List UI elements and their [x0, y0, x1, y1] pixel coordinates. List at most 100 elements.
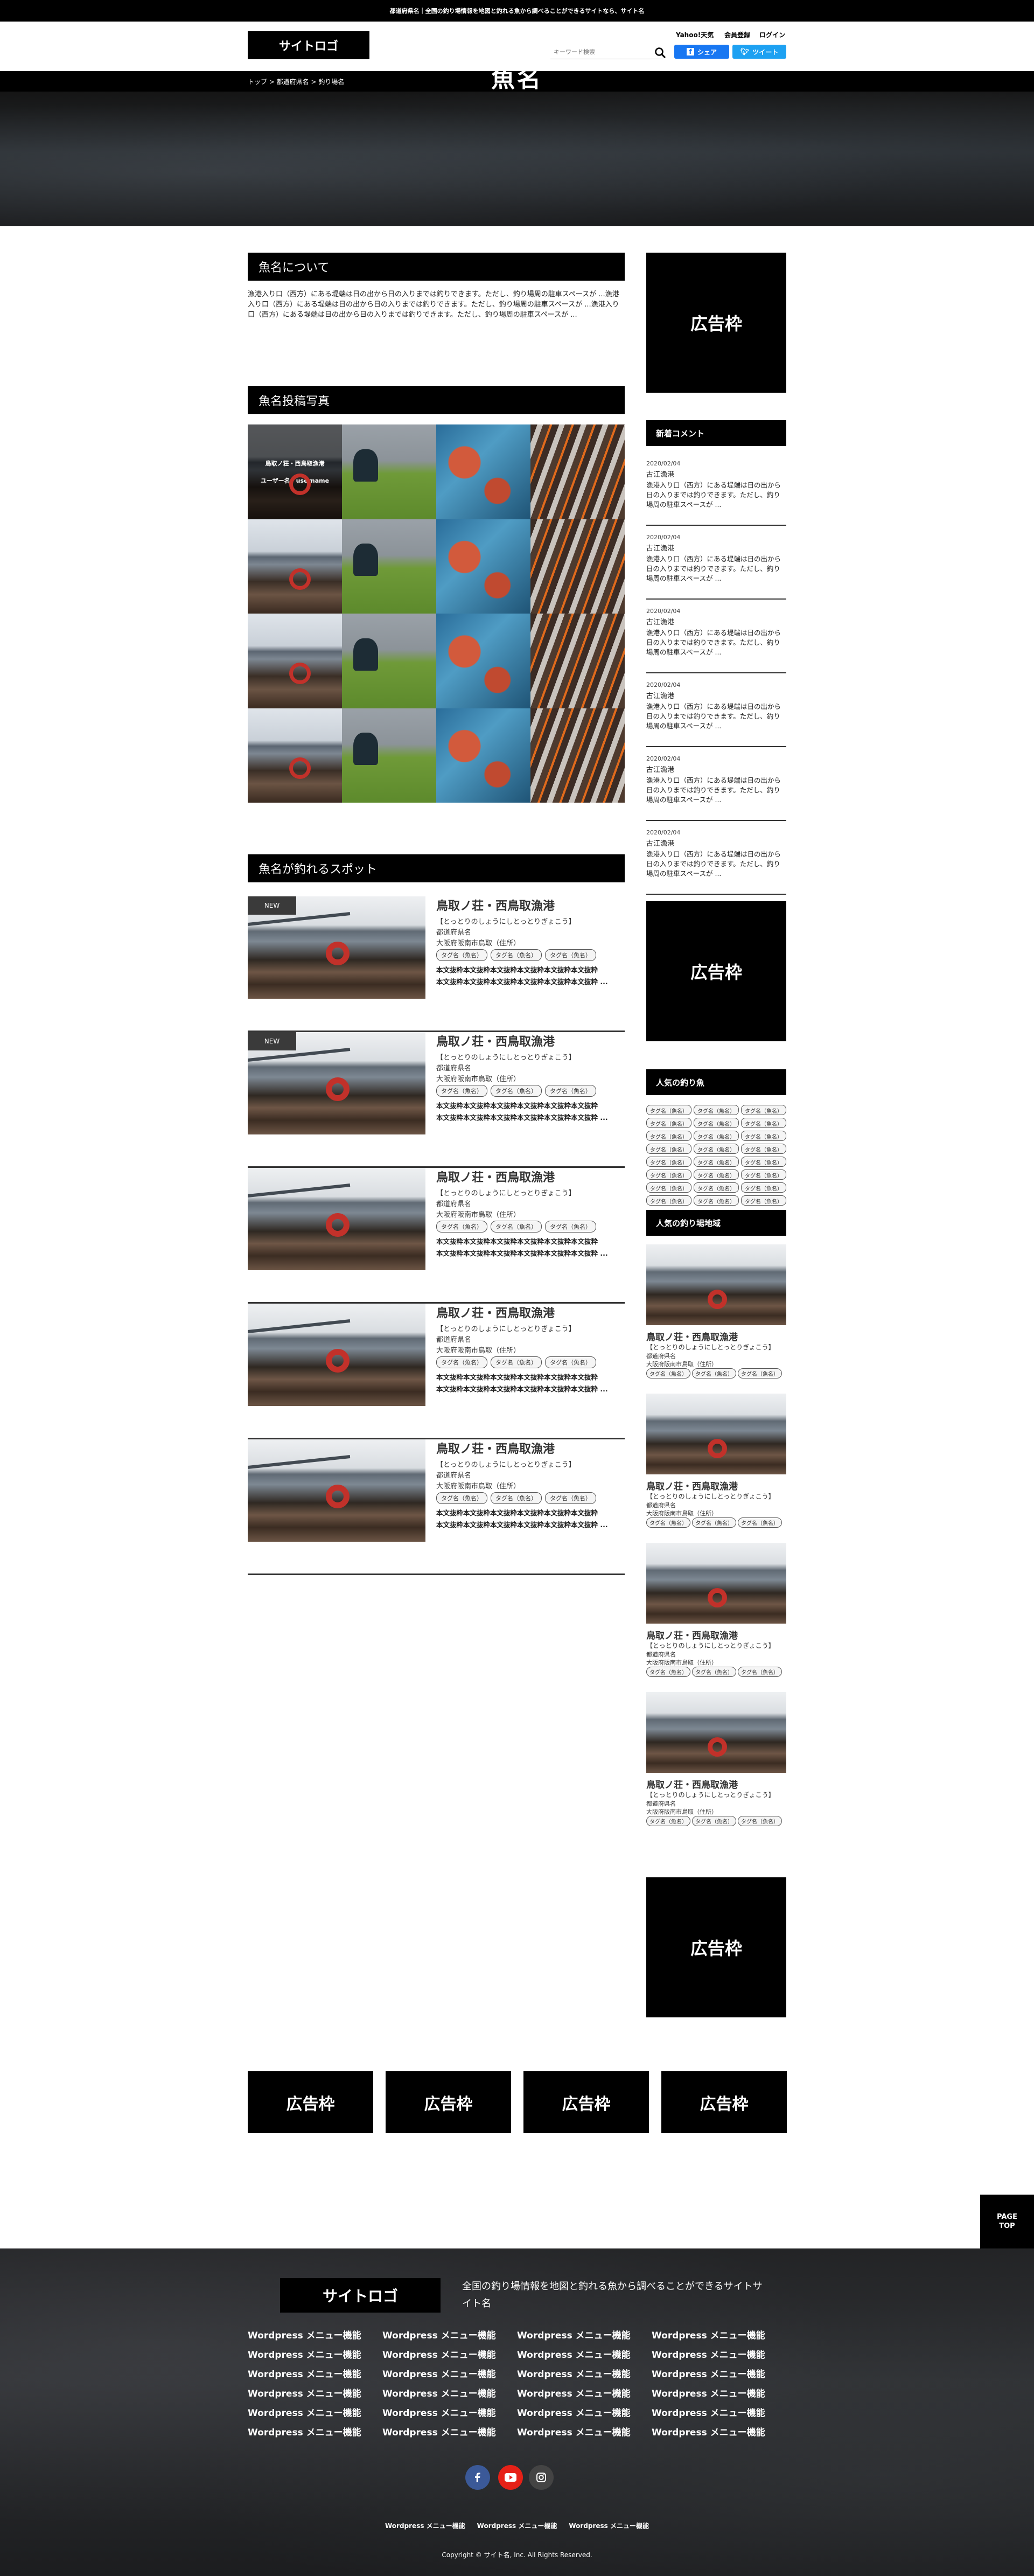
fish-tag[interactable]: タグ名（魚名） [694, 1118, 739, 1128]
footer-menu-item[interactable]: Wordpress メニュー機能 [517, 2366, 652, 2380]
footer-menu-item[interactable]: Wordpress メニュー機能 [382, 2366, 517, 2380]
area-image[interactable] [646, 1543, 786, 1624]
footer-menu-item[interactable]: Wordpress メニュー機能 [517, 2405, 652, 2419]
photo-thumbnail[interactable] [248, 614, 342, 708]
ad-slot-bottom-1[interactable]: 広告枠 [248, 2071, 373, 2133]
ad-slot-bottom-2[interactable]: 広告枠 [386, 2071, 511, 2133]
fish-tag[interactable]: タグ名（魚名） [741, 1195, 786, 1206]
fish-tag[interactable]: タグ名（魚名） [692, 1667, 736, 1677]
photo-thumbnail[interactable] [530, 424, 625, 519]
photo-thumbnail[interactable] [342, 708, 436, 803]
fish-tag[interactable]: タグ名（魚名） [646, 1182, 691, 1193]
comment-spot-name[interactable]: 古江漁港 [646, 469, 674, 479]
area-image[interactable] [646, 1692, 786, 1773]
comment-spot-name[interactable]: 古江漁港 [646, 764, 674, 774]
instagram-icon[interactable] [529, 2465, 554, 2490]
page-top-button[interactable]: PAGE TOP [980, 2195, 1034, 2248]
fish-tag[interactable]: タグ名（魚名） [646, 1131, 691, 1141]
footer-menu-item[interactable]: Wordpress メニュー機能 [248, 2347, 382, 2361]
footer-menu-item[interactable]: Wordpress メニュー機能 [652, 2405, 786, 2419]
fish-tag[interactable]: タグ名（魚名） [692, 1517, 736, 1528]
photo-thumbnail[interactable] [530, 614, 625, 708]
fish-tag[interactable]: タグ名（魚名） [741, 1144, 786, 1154]
fish-tag[interactable]: タグ名（魚名） [692, 1816, 736, 1826]
footer-menu-item[interactable]: Wordpress メニュー機能 [652, 2366, 786, 2380]
spot-image[interactable]: NEW [248, 896, 425, 999]
footer-menu-item[interactable]: Wordpress メニュー機能 [517, 2425, 652, 2438]
area-title[interactable]: 鳥取ノ荘・西鳥取漁港 [646, 1777, 738, 1791]
spot-title[interactable]: 鳥取ノ荘・西鳥取漁港 [436, 1439, 555, 1457]
fish-tag[interactable]: タグ名（魚名） [741, 1131, 786, 1141]
area-card[interactable]: 鳥取ノ荘・西鳥取漁港 【とっとりのしょうにしとっとりぎょこう】 都道府県名 大阪府阪南… [646, 1692, 786, 1837]
footer-menu-item[interactable]: Wordpress メニュー機能 [382, 2425, 517, 2438]
photo-thumbnail[interactable] [530, 519, 625, 614]
fish-tag[interactable]: タグ名（魚名） [646, 1118, 691, 1128]
footer-menu-item[interactable]: Wordpress メニュー機能 [517, 2328, 652, 2341]
photo-thumbnail[interactable]: 鳥取ノ荘・西鳥取漁港 ユーザー名：username [248, 424, 342, 519]
ad-slot-sidebar-2[interactable]: 広告枠 [646, 901, 786, 1041]
photo-thumbnail[interactable] [436, 708, 530, 803]
spot-title[interactable]: 鳥取ノ荘・西鳥取漁港 [436, 1304, 555, 1321]
footer-link[interactable]: Wordpress メニュー機能 [477, 2521, 557, 2530]
footer-menu-item[interactable]: Wordpress メニュー機能 [382, 2347, 517, 2361]
fish-tag[interactable]: タグ名（魚名） [738, 1517, 782, 1528]
photo-thumbnail[interactable] [436, 519, 530, 614]
footer-menu-item[interactable]: Wordpress メニュー機能 [382, 2328, 517, 2341]
ad-slot-bottom-3[interactable]: 広告枠 [523, 2071, 649, 2133]
fish-tag[interactable]: タグ名（魚名） [491, 1356, 542, 1368]
fish-tag[interactable]: タグ名（魚名） [738, 1816, 782, 1826]
fish-tag[interactable]: タグ名（魚名） [545, 1492, 596, 1504]
fish-tag[interactable]: タグ名（魚名） [694, 1157, 739, 1167]
footer-menu-item[interactable]: Wordpress メニュー機能 [382, 2386, 517, 2399]
spot-image[interactable]: NEW [248, 1032, 425, 1134]
comment-item[interactable]: 2020/02/04 古江漁港 漁港入り口（西方）にある堤端は日の出から日の入りまで… [646, 526, 786, 600]
fish-tag[interactable]: タグ名（魚名） [436, 1492, 487, 1504]
photo-thumbnail[interactable] [342, 614, 436, 708]
area-title[interactable]: 鳥取ノ荘・西鳥取漁港 [646, 1329, 738, 1343]
footer-menu-item[interactable]: Wordpress メニュー機能 [517, 2386, 652, 2399]
comment-item[interactable]: 2020/02/04 古江漁港 漁港入り口（西方）にある堤端は日の出から日の入りまで… [646, 452, 786, 526]
fish-tag[interactable]: タグ名（魚名） [436, 1356, 487, 1368]
fish-tag[interactable]: タグ名（魚名） [436, 1085, 487, 1097]
ad-slot-sidebar-1[interactable]: 広告枠 [646, 253, 786, 393]
area-title[interactable]: 鳥取ノ荘・西鳥取漁港 [646, 1628, 738, 1641]
fish-tag[interactable]: タグ名（魚名） [491, 1085, 542, 1097]
footer-menu-item[interactable]: Wordpress メニュー機能 [517, 2347, 652, 2361]
footer-menu-item[interactable]: Wordpress メニュー機能 [652, 2386, 786, 2399]
fish-tag[interactable]: タグ名（魚名） [646, 1169, 691, 1180]
fish-tag[interactable]: タグ名（魚名） [694, 1144, 739, 1154]
photo-thumbnail[interactable] [342, 519, 436, 614]
footer-link[interactable]: Wordpress メニュー機能 [569, 2521, 649, 2530]
spot-card[interactable]: 鳥取ノ荘・西鳥取漁港 【とっとりのしょうにしとっとりぎょこう】 都道府県名 大阪府阪南… [248, 1168, 625, 1304]
spot-card[interactable]: 鳥取ノ荘・西鳥取漁港 【とっとりのしょうにしとっとりぎょこう】 都道府県名 大阪府阪南… [248, 1304, 625, 1439]
comment-spot-name[interactable]: 古江漁港 [646, 542, 674, 553]
spot-card[interactable]: NEW 鳥取ノ荘・西鳥取漁港 【とっとりのしょうにしとっとりぎょこう】 都道府県名 大阪… [248, 896, 625, 1032]
comment-item[interactable]: 2020/02/04 古江漁港 漁港入り口（西方）にある堤端は日の出から日の入りまで… [646, 674, 786, 747]
footer-menu-item[interactable]: Wordpress メニュー機能 [652, 2328, 786, 2341]
comment-item[interactable]: 2020/02/04 古江漁港 漁港入り口（西方）にある堤端は日の出から日の入りまで… [646, 600, 786, 673]
spot-image[interactable] [248, 1168, 425, 1270]
spot-card[interactable]: 鳥取ノ荘・西鳥取漁港 【とっとりのしょうにしとっとりぎょこう】 都道府県名 大阪府阪南… [248, 1439, 625, 1575]
footer-menu-item[interactable]: Wordpress メニュー機能 [248, 2405, 382, 2419]
area-card[interactable]: 鳥取ノ荘・西鳥取漁港 【とっとりのしょうにしとっとりぎょこう】 都道府県名 大阪府阪南… [646, 1543, 786, 1688]
area-image[interactable] [646, 1394, 786, 1474]
fish-tag[interactable]: タグ名（魚名） [646, 1667, 690, 1677]
fish-tag[interactable]: タグ名（魚名） [741, 1118, 786, 1128]
fish-tag[interactable]: タグ名（魚名） [646, 1517, 690, 1528]
fish-tag[interactable]: タグ名（魚名） [545, 1356, 596, 1368]
footer-menu-item[interactable]: Wordpress メニュー機能 [652, 2347, 786, 2361]
area-card[interactable]: 鳥取ノ荘・西鳥取漁港 【とっとりのしょうにしとっとりぎょこう】 都道府県名 大阪府阪南… [646, 1244, 786, 1390]
footer-menu-item[interactable]: Wordpress メニュー機能 [652, 2425, 786, 2438]
fish-tag[interactable]: タグ名（魚名） [646, 1105, 691, 1115]
footer-link[interactable]: Wordpress メニュー機能 [385, 2521, 465, 2530]
fish-tag[interactable]: タグ名（魚名） [694, 1105, 739, 1115]
fish-tag[interactable]: タグ名（魚名） [545, 949, 596, 961]
fish-tag[interactable]: タグ名（魚名） [694, 1131, 739, 1141]
fish-tag[interactable]: タグ名（魚名） [646, 1195, 691, 1206]
footer-menu-item[interactable]: Wordpress メニュー機能 [248, 2386, 382, 2399]
ad-slot-bottom-4[interactable]: 広告枠 [661, 2071, 787, 2133]
youtube-icon[interactable] [498, 2465, 523, 2490]
fish-tag[interactable]: タグ名（魚名） [646, 1157, 691, 1167]
spot-card[interactable]: NEW 鳥取ノ荘・西鳥取漁港 【とっとりのしょうにしとっとりぎょこう】 都道府県名 大阪… [248, 1032, 625, 1168]
spot-title[interactable]: 鳥取ノ荘・西鳥取漁港 [436, 1168, 555, 1185]
